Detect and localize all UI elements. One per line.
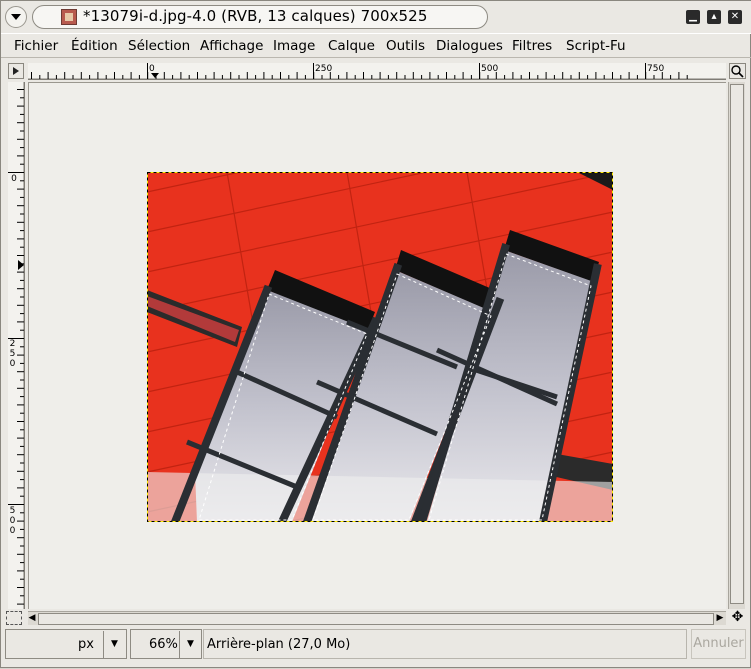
unit-dropdown-arrow-icon[interactable]: ▼	[103, 631, 125, 658]
menu-affichage[interactable]: Affichage	[200, 38, 263, 54]
chevron-down-icon	[11, 14, 21, 20]
image-thumbnail-icon	[61, 9, 77, 25]
image-canvas[interactable]	[28, 82, 726, 609]
horizontal-scrollbar[interactable]: ◀ ▶	[28, 611, 726, 625]
menu-image[interactable]: Image	[273, 38, 315, 54]
magnifier-icon	[731, 65, 744, 78]
title-bar: *13079i-d.jpg-4.0 (RVB, 13 calques) 700x…	[1, 1, 751, 33]
menu-edition[interactable]: Édition	[71, 38, 118, 54]
v-pointer-marker	[18, 260, 24, 270]
minimize-button[interactable]: ▁	[686, 10, 700, 24]
navigate-icon[interactable]: ✥	[729, 610, 746, 626]
image-menu-button[interactable]	[8, 63, 24, 79]
zoom-field[interactable]: 66% ▼	[130, 629, 202, 659]
scroll-left-arrow-icon[interactable]: ◀	[26, 612, 38, 624]
hruler-label-0: 0	[149, 64, 155, 74]
hruler-label-250: 250	[315, 64, 333, 74]
horizontal-ruler-ticks	[28, 63, 726, 79]
zoom-dropdown-arrow-icon[interactable]: ▼	[179, 631, 201, 658]
window-title: *13079i-d.jpg-4.0 (RVB, 13 calques) 700x…	[83, 7, 428, 25]
quick-mask-toggle[interactable]	[6, 611, 22, 625]
status-bar: px ▼ 66% ▼ Arrière-plan (27,0 Mo) Annule…	[1, 627, 751, 669]
maximize-button[interactable]: ▴	[707, 10, 721, 24]
image-window: *13079i-d.jpg-4.0 (RVB, 13 calques) 700x…	[0, 0, 751, 668]
menu-selection[interactable]: Sélection	[128, 38, 190, 54]
hruler-label-750: 750	[647, 64, 665, 74]
menu-bar: Fichier Édition Sélection Affichage Imag…	[1, 33, 751, 58]
hruler-label-500: 500	[481, 64, 499, 74]
window-menu-button[interactable]	[5, 6, 27, 28]
vertical-ruler[interactable]: 0 250 500	[8, 82, 25, 609]
vertical-scroll-thumb[interactable]	[730, 84, 744, 604]
coordinates-field: px ▼	[5, 629, 127, 659]
scroll-right-arrow-icon[interactable]: ▶	[714, 612, 726, 624]
menu-filtres[interactable]: Filtres	[512, 38, 552, 54]
status-message-field: Arrière-plan (27,0 Mo)	[203, 629, 687, 659]
close-button[interactable]: ✕	[728, 10, 742, 24]
menu-outils[interactable]: Outils	[386, 38, 425, 54]
zoom-value[interactable]: 66%	[149, 637, 178, 652]
image-photo[interactable]	[147, 172, 613, 522]
triangle-right-icon	[13, 67, 19, 75]
horizontal-ruler[interactable]: 0 250 500 750	[28, 63, 726, 80]
vertical-scrollbar[interactable]	[728, 82, 745, 609]
cancel-button[interactable]: Annuler	[691, 629, 746, 659]
vruler-label-250: 250	[9, 339, 16, 369]
menu-script-fu[interactable]: Script-Fu	[566, 38, 626, 54]
zoom-to-fit-button[interactable]	[729, 63, 746, 79]
vruler-label-0: 0	[11, 174, 17, 184]
unit-label: px	[78, 637, 94, 652]
layer-info-text: Arrière-plan (27,0 Mo)	[207, 637, 351, 652]
vruler-label-500: 500	[9, 506, 16, 536]
menu-fichier[interactable]: Fichier	[14, 38, 58, 54]
menu-calque[interactable]: Calque	[328, 38, 375, 54]
horizontal-scroll-thumb[interactable]	[38, 613, 714, 625]
menu-dialogues[interactable]: Dialogues	[436, 38, 503, 54]
